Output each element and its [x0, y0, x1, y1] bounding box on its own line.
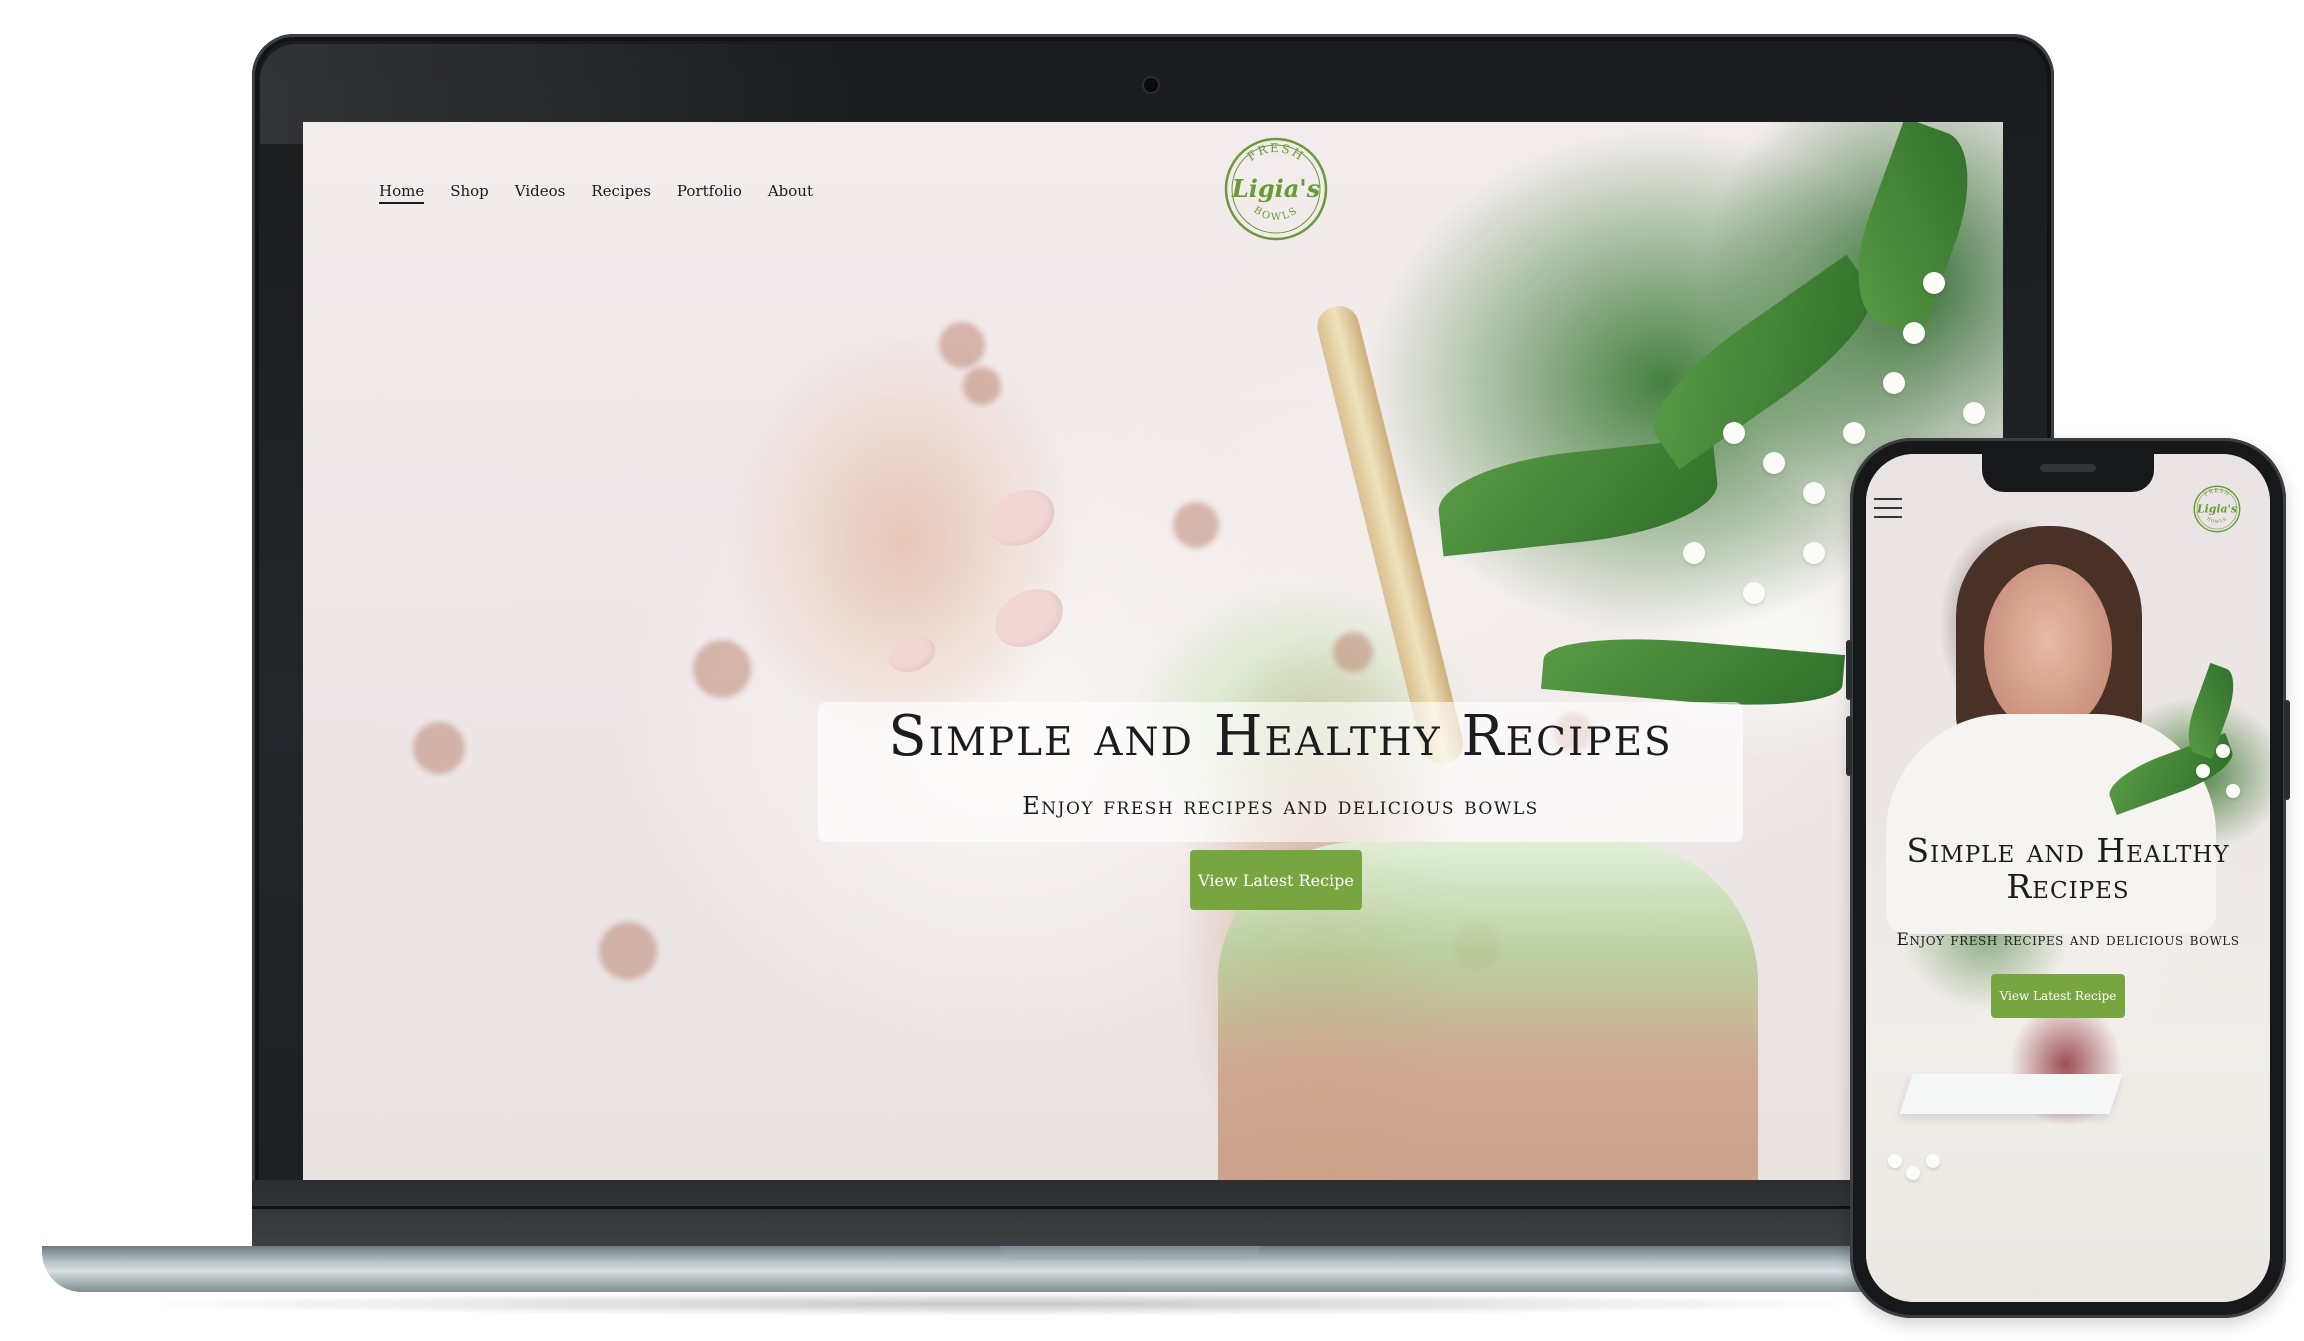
main-nav: Home Shop Videos Recipes Portfolio About — [379, 182, 813, 204]
phone-notch — [1982, 454, 2154, 492]
blouse-dot — [413, 722, 465, 774]
phone-speaker — [2040, 464, 2096, 472]
nav-item-about[interactable]: About — [768, 182, 813, 204]
nav-item-portfolio[interactable]: Portfolio — [677, 182, 742, 204]
flower — [1683, 542, 1705, 564]
logo-icon[interactable]: FRESH BOWLS Ligia's — [2192, 484, 2242, 534]
blouse-dot — [1333, 632, 1373, 672]
svg-text:BOWLS: BOWLS — [2206, 516, 2229, 525]
logo-icon[interactable]: FRESH BOWLS Ligia's — [1221, 134, 1331, 244]
flower — [1763, 452, 1785, 474]
nav-item-videos[interactable]: Videos — [515, 182, 566, 204]
desktop-screen: Home Shop Videos Recipes Portfolio About… — [303, 122, 2003, 1180]
flower — [1843, 422, 1865, 444]
mobile-hero-title: Simple and Healthy Recipes — [1906, 831, 2230, 906]
flower — [1923, 272, 1945, 294]
flower — [1723, 422, 1745, 444]
hinge-line — [252, 1206, 2054, 1209]
blouse-dot — [939, 322, 985, 368]
flower — [2226, 784, 2240, 798]
blouse-dot — [693, 640, 751, 698]
nav-item-shop[interactable]: Shop — [450, 182, 489, 204]
blouse-dot — [599, 922, 657, 980]
hero-subtitle: Enjoy fresh recipes and delicious bowls — [1022, 792, 1539, 820]
laptop-base — [42, 1246, 1942, 1292]
laptop-chin — [252, 1180, 2054, 1246]
flower — [1883, 372, 1905, 394]
mobile-hero-subtitle: Enjoy fresh recipes and delicious bowls — [1896, 930, 2240, 950]
laptop-notch — [1000, 1246, 1260, 1260]
flower — [1903, 322, 1925, 344]
svg-text:FRESH: FRESH — [2203, 488, 2230, 498]
logo-arc-bottom: BOWLS — [2206, 516, 2228, 525]
view-latest-recipe-button[interactable]: View Latest Recipe — [1190, 850, 1362, 910]
mobile-view-latest-recipe-button[interactable]: View Latest Recipe — [1991, 974, 2125, 1018]
nav-item-home[interactable]: Home — [379, 182, 425, 204]
flower — [1743, 582, 1765, 604]
phone-power-button — [2284, 700, 2290, 800]
blouse-dot — [1173, 502, 1219, 548]
svg-text:BOWLS: BOWLS — [1251, 205, 1300, 223]
hero-title: Simple and Healthy Recipes — [888, 704, 1673, 769]
coaster — [1899, 1074, 2123, 1114]
phone-volume-button — [1846, 640, 1852, 700]
flower — [2216, 744, 2230, 758]
logo-script: Ligia's — [1231, 174, 1321, 203]
camera-icon — [1144, 78, 1158, 92]
flower — [1803, 542, 1825, 564]
menu-icon[interactable] — [1874, 498, 1902, 518]
nav-item-recipes[interactable]: Recipes — [591, 182, 651, 204]
logo-arc-bottom: BOWLS — [1251, 205, 1298, 223]
flower — [1906, 1166, 1920, 1180]
flower — [2196, 764, 2210, 778]
face — [1984, 564, 2112, 734]
flower — [1803, 482, 1825, 504]
flower — [1926, 1154, 1940, 1168]
logo-script: Ligia's — [2196, 503, 2237, 516]
phone-volume-button — [1846, 716, 1852, 776]
logo-arc-top: FRESH — [2203, 488, 2229, 498]
blouse-dot — [963, 367, 1001, 405]
flower — [1963, 402, 1985, 424]
flower — [1888, 1154, 1902, 1168]
laptop-shadow — [120, 1292, 1880, 1316]
